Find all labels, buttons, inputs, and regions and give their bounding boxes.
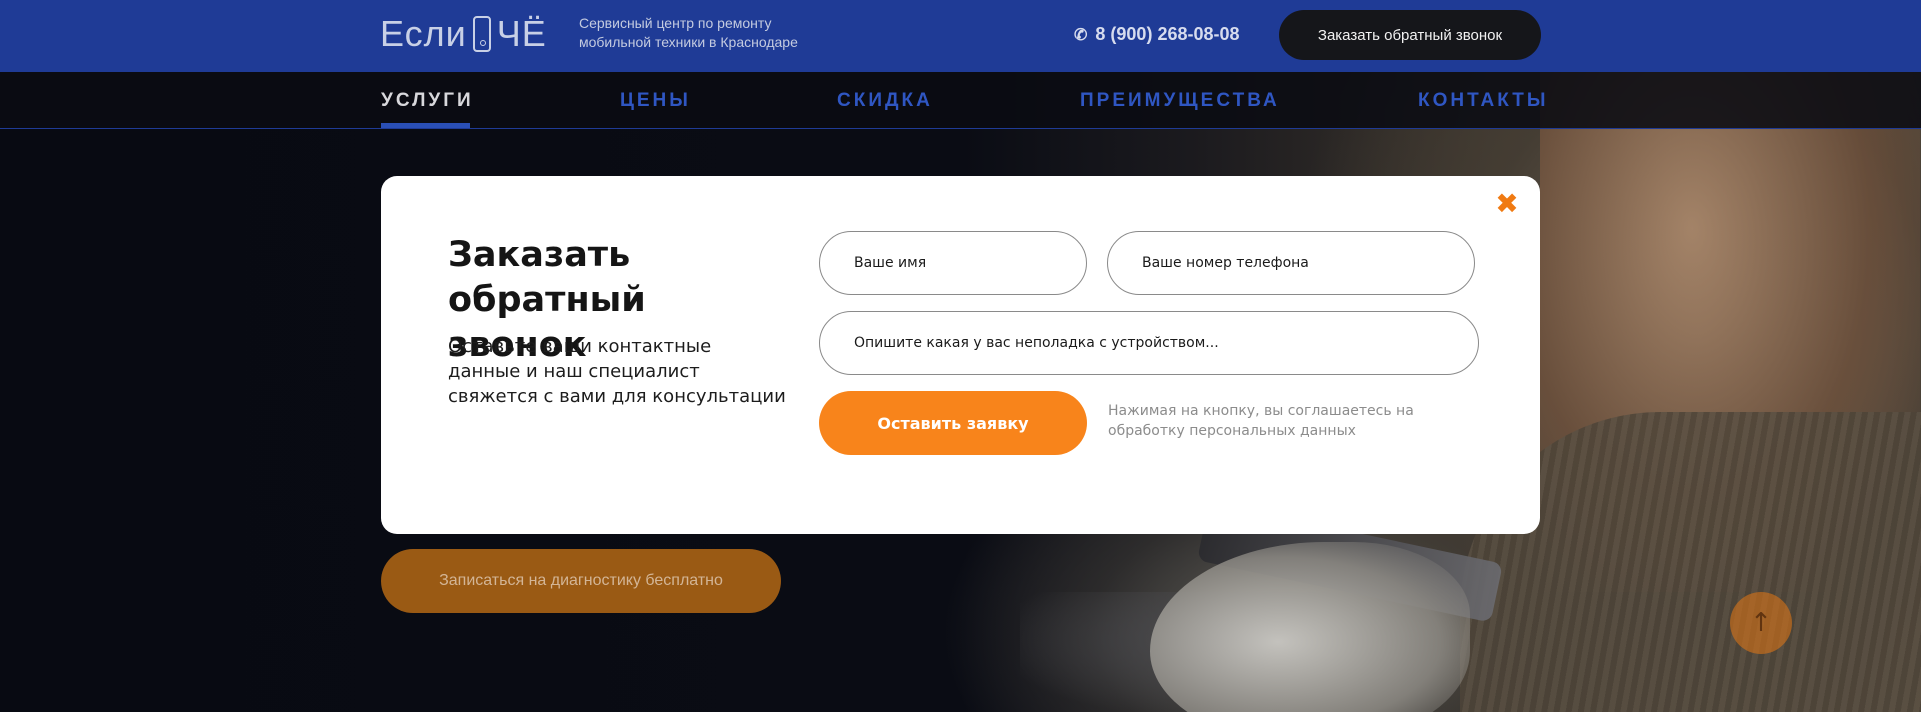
consent-text: Нажимая на кнопку, вы соглашаетесь на об… <box>1108 403 1414 439</box>
name-input[interactable] <box>819 231 1087 295</box>
modal-description: Оставьте ваши контактные данные и наш сп… <box>448 336 786 407</box>
problem-description-input[interactable] <box>819 311 1479 375</box>
callback-modal: ✖ Заказать обратный звонок Оставьте ваши… <box>381 176 1540 534</box>
submit-request-button[interactable]: Оставить заявку <box>819 391 1087 455</box>
phone-input[interactable] <box>1107 231 1475 295</box>
close-icon[interactable]: ✖ <box>1495 190 1519 218</box>
modal-overlay[interactable]: ✖ Заказать обратный звонок Оставьте ваши… <box>0 0 1921 712</box>
